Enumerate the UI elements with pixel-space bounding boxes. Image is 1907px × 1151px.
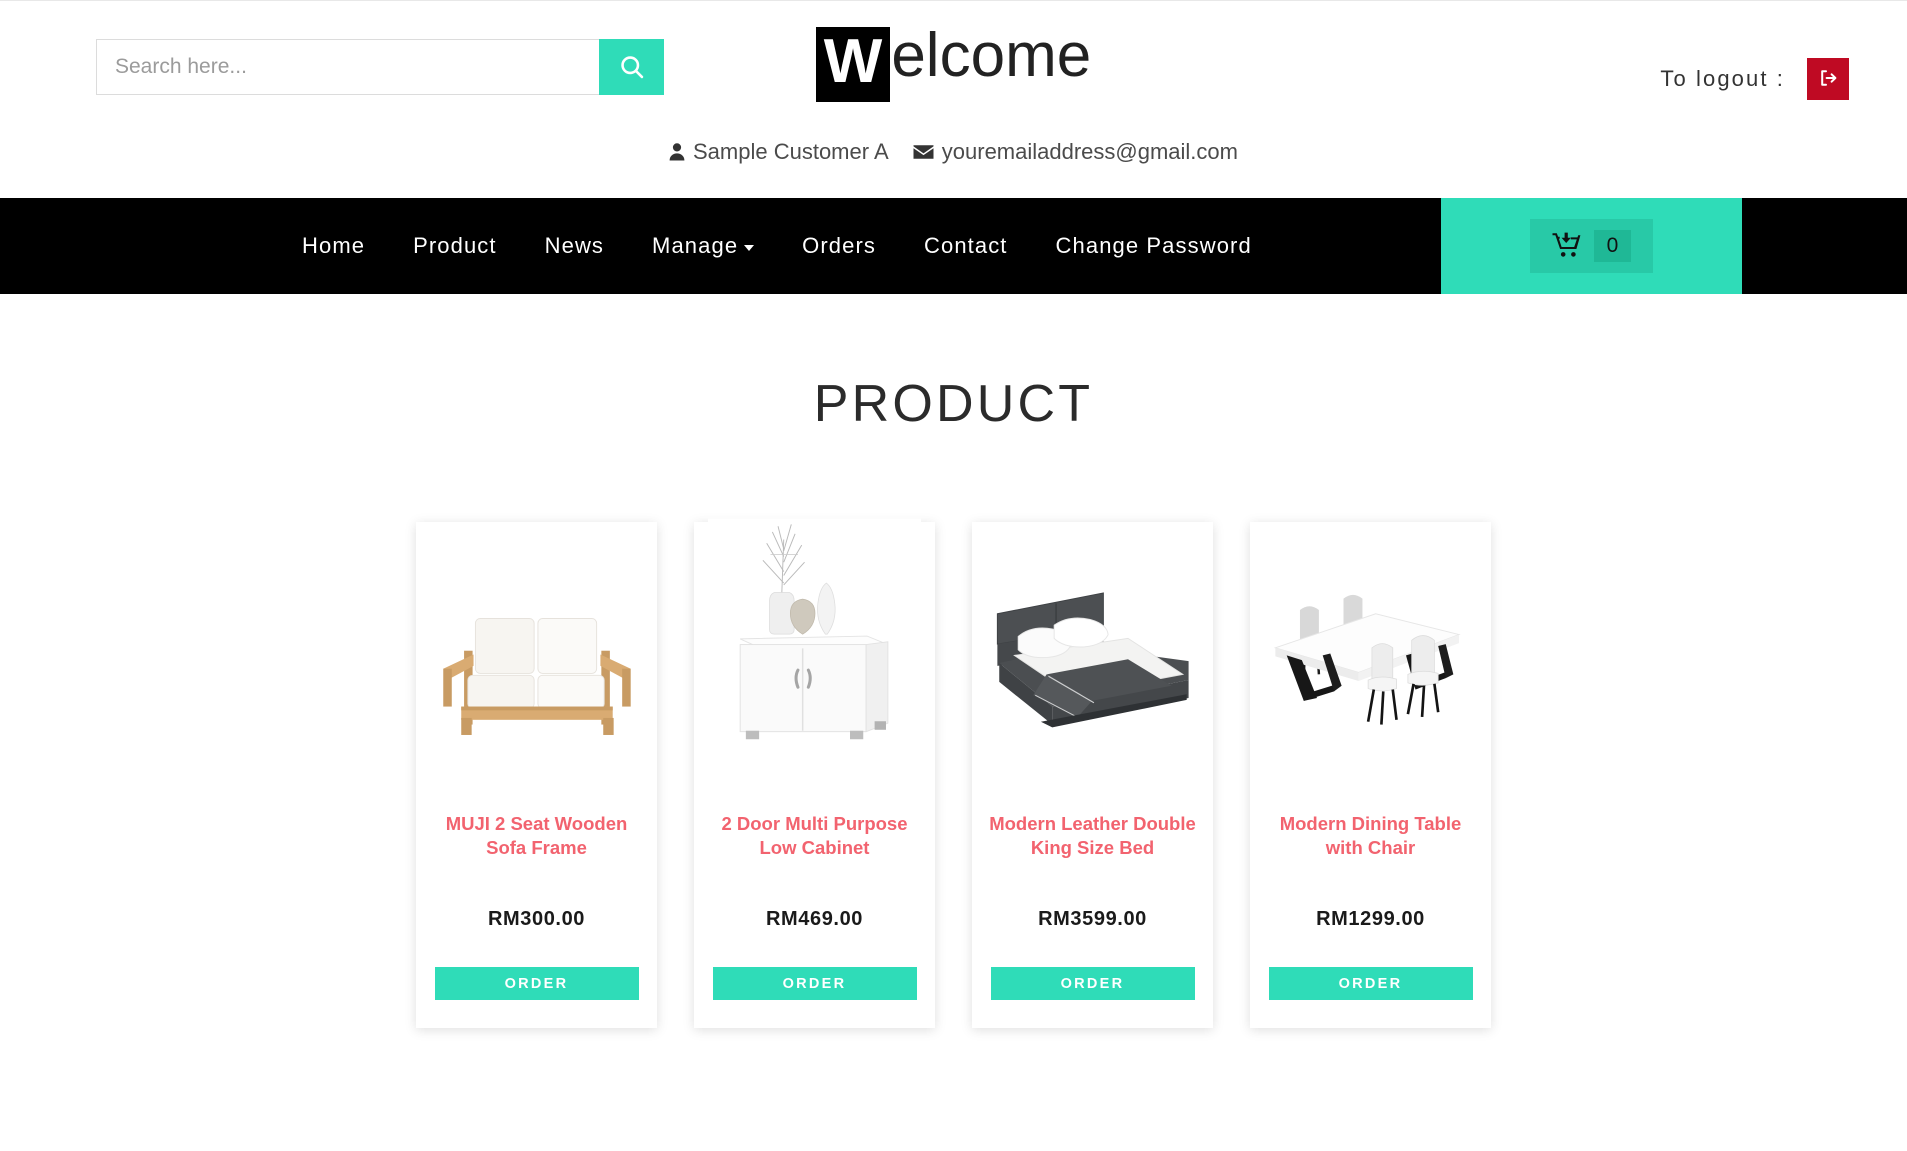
- product-card[interactable]: 2 Door Multi Purpose Low Cabinet RM469.0…: [694, 518, 935, 1028]
- customer-email-block: youremailaddress@gmail.com: [913, 139, 1238, 165]
- product-grid: MUJI 2 Seat Wooden Sofa Frame RM300.00 O…: [0, 518, 1907, 1028]
- product-title: Modern Dining Table with Chair: [1279, 813, 1462, 858]
- dining-table-image: [1264, 538, 1477, 788]
- search-button[interactable]: [599, 39, 664, 95]
- chevron-down-icon: [744, 245, 755, 251]
- product-price: RM300.00: [487, 908, 586, 930]
- sign-out-icon: [1818, 68, 1838, 91]
- product-price: RM3599.00: [1038, 908, 1147, 930]
- welcome-title: Welcome: [815, 21, 1092, 102]
- order-button[interactable]: ORDER: [990, 967, 1195, 1000]
- product-price: RM1299.00: [1316, 908, 1425, 930]
- logout-label: To logout :: [1660, 66, 1785, 91]
- nav-item-product[interactable]: Product: [389, 198, 521, 294]
- nav-right-filler: [1741, 198, 1907, 294]
- nav-item-label: Manage: [652, 233, 739, 258]
- search-icon: [618, 53, 646, 81]
- nav-item-manage[interactable]: Manage: [628, 198, 778, 294]
- cart-count-badge: 0: [1593, 229, 1632, 263]
- nav-item-label: Change Password: [1055, 233, 1252, 258]
- product-card[interactable]: MUJI 2 Seat Wooden Sofa Frame RM300.00 O…: [416, 522, 657, 1028]
- product-title: MUJI 2 Seat Wooden Sofa Frame: [445, 813, 628, 858]
- wooden-sofa-image: [430, 538, 643, 788]
- main-content: PRODUCT MUJI 2 Seat Wooden Sofa Frame RM…: [0, 294, 1907, 1028]
- cart-section[interactable]: 0: [1440, 198, 1742, 294]
- nav-item-orders[interactable]: Orders: [778, 198, 900, 294]
- nav-item-label: News: [544, 233, 605, 258]
- customer-name: Sample Customer A: [693, 139, 889, 165]
- white-cabinet-image: [708, 518, 921, 788]
- main-navigation: Home Product News Manage Orders Contact …: [0, 198, 1907, 294]
- leather-bed-image: [986, 538, 1199, 788]
- welcome-rest: elcome: [891, 21, 1092, 90]
- product-card[interactable]: Modern Dining Table with Chair RM1299.00…: [1250, 522, 1491, 1028]
- customer-email: youremailaddress@gmail.com: [941, 139, 1238, 165]
- nav-item-label: Product: [413, 233, 497, 258]
- nav-item-contact[interactable]: Contact: [900, 198, 1032, 294]
- product-title: Modern Leather Double King Size Bed: [989, 813, 1196, 858]
- product-title: 2 Door Multi Purpose Low Cabinet: [721, 813, 908, 858]
- search-bar: [96, 39, 664, 95]
- customer-info-line: Sample Customer A youremailaddress@gmail…: [0, 138, 1907, 165]
- product-price: RM469.00: [765, 908, 864, 930]
- search-input[interactable]: [96, 39, 599, 95]
- cart-button[interactable]: 0: [1529, 218, 1654, 274]
- nav-item-label: Orders: [802, 233, 876, 258]
- customer-name-block: Sample Customer A: [669, 139, 889, 165]
- nav-item-change-password[interactable]: Change Password: [1032, 198, 1276, 294]
- page-title: PRODUCT: [813, 375, 1094, 433]
- nav-item-label: Contact: [924, 233, 1008, 258]
- user-icon: [669, 143, 685, 161]
- order-button[interactable]: ORDER: [1268, 967, 1473, 1000]
- nav-item-list: Home Product News Manage Orders Contact …: [0, 198, 1276, 294]
- logout-button[interactable]: [1807, 58, 1849, 100]
- order-button[interactable]: ORDER: [434, 967, 639, 1000]
- logout-area: To logout :: [1660, 58, 1849, 100]
- welcome-initial: W: [815, 27, 891, 102]
- envelope-icon: [913, 144, 934, 160]
- nav-item-home[interactable]: Home: [278, 198, 389, 294]
- page-header: Welcome Sample Customer A youremailaddre…: [0, 0, 1907, 198]
- nav-item-label: Home: [302, 233, 366, 258]
- order-button[interactable]: ORDER: [712, 967, 917, 1000]
- nav-item-news[interactable]: News: [521, 198, 628, 294]
- shopping-cart-arrow-down-icon: [1552, 232, 1582, 261]
- product-card[interactable]: Modern Leather Double King Size Bed RM35…: [972, 522, 1213, 1028]
